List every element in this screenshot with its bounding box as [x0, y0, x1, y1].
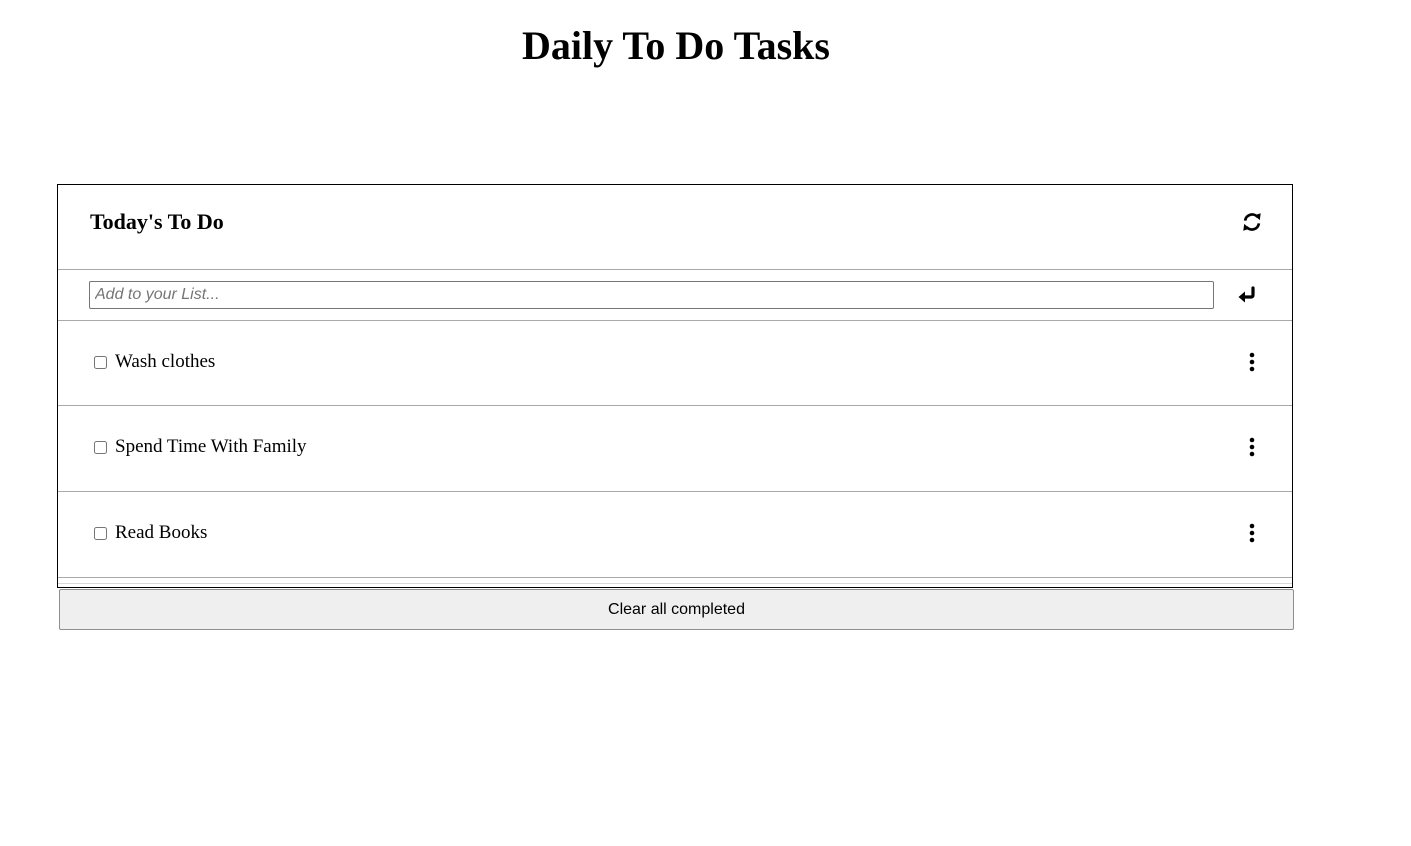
add-task-button[interactable] — [1235, 283, 1259, 307]
card-header: Today's To Do — [58, 185, 1292, 270]
task-checkbox[interactable] — [94, 441, 107, 454]
add-task-input[interactable] — [89, 281, 1214, 309]
task-menu-button[interactable] — [1242, 351, 1262, 373]
task-checkbox[interactable] — [94, 527, 107, 540]
list-divider — [58, 583, 1292, 584]
refresh-icon — [1243, 213, 1261, 231]
vertical-ellipsis-icon — [1249, 352, 1255, 372]
task-list: Wash clothes Spend Time With Family Read… — [58, 321, 1292, 578]
task-item: Read Books — [58, 492, 1292, 578]
task-label: Wash clothes — [115, 351, 216, 372]
clear-completed-button[interactable]: Clear all completed — [59, 589, 1294, 630]
enter-return-icon — [1238, 286, 1255, 303]
task-item: Wash clothes — [58, 321, 1292, 406]
add-task-row — [58, 270, 1292, 321]
page-title: Daily To Do Tasks — [522, 23, 830, 68]
task-label: Spend Time With Family — [115, 436, 307, 457]
vertical-ellipsis-icon — [1249, 437, 1255, 457]
task-item: Spend Time With Family — [58, 406, 1292, 492]
task-menu-button[interactable] — [1242, 436, 1262, 458]
vertical-ellipsis-icon — [1249, 523, 1255, 543]
task-menu-button[interactable] — [1242, 522, 1262, 544]
card-title: Today's To Do — [90, 209, 224, 234]
task-checkbox[interactable] — [94, 356, 107, 369]
todo-card: Today's To Do Wash clothes — [57, 184, 1293, 588]
refresh-button[interactable] — [1239, 209, 1265, 235]
task-label: Read Books — [115, 522, 208, 543]
